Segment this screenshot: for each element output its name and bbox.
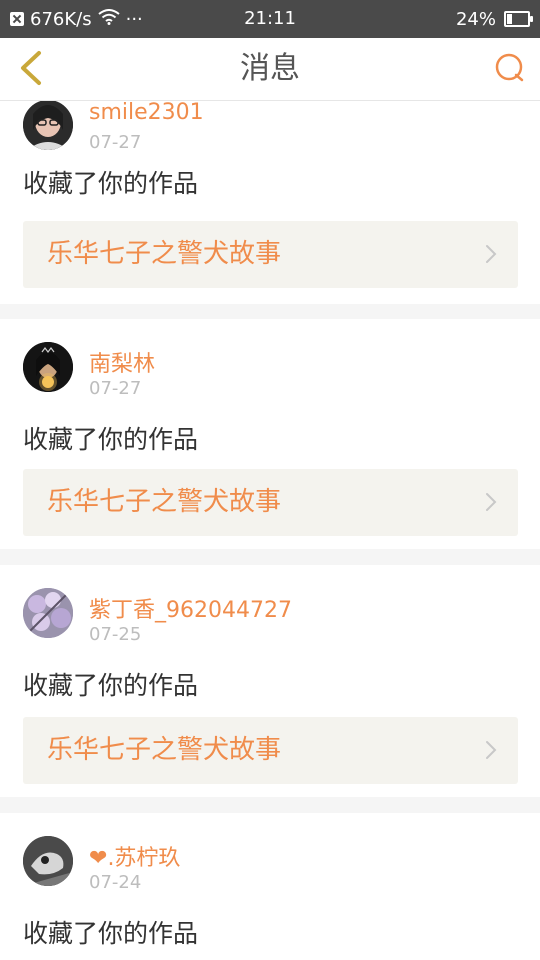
action-text: 收藏了你的作品: [23, 671, 199, 700]
username[interactable]: smile2301: [89, 101, 204, 125]
work-title: 乐华七子之警犬故事: [47, 735, 282, 765]
list-item: smile2301 07-27 收藏了你的作品 乐华七子之警犬故事: [0, 101, 540, 304]
battery-level: [507, 14, 512, 24]
avatar[interactable]: [23, 342, 73, 392]
status-right: 24%: [455, 0, 533, 38]
username-text: .苏柠玖: [107, 846, 181, 871]
chevron-right-icon: [486, 245, 497, 263]
work-title: 乐华七子之警犬故事: [47, 487, 282, 517]
list-item: ❤.苏柠玖 07-24 收藏了你的作品: [0, 813, 540, 960]
action-text: 收藏了你的作品: [23, 919, 199, 948]
list-item: 南梨林 07-27 收藏了你的作品 乐华七子之警犬故事: [0, 319, 540, 549]
avatar[interactable]: [23, 101, 73, 150]
chevron-right-icon: [486, 493, 497, 511]
battery-icon: [504, 11, 533, 27]
work-link[interactable]: 乐华七子之警犬故事: [23, 221, 518, 288]
username[interactable]: 紫丁香_962044727: [89, 592, 292, 624]
page-title: 消息: [240, 51, 300, 86]
work-link[interactable]: 乐华七子之警犬故事: [23, 717, 518, 784]
action-text: 收藏了你的作品: [23, 425, 199, 454]
battery-percent: 24%: [455, 8, 496, 30]
search-button[interactable]: [492, 50, 528, 86]
list-item: 紫丁香_962044727 07-25 收藏了你的作品 乐华七子之警犬故事: [0, 565, 540, 797]
message-list[interactable]: smile2301 07-27 收藏了你的作品 乐华七子之警犬故事 南梨林 07…: [0, 101, 540, 960]
nav-bar: 消息: [0, 38, 540, 101]
username[interactable]: 南梨林: [89, 346, 155, 378]
timestamp: 07-27: [89, 132, 142, 153]
status-bar: 676K/s ··· 21:11 24%: [0, 0, 540, 38]
avatar[interactable]: [23, 836, 73, 886]
chevron-right-icon: [486, 741, 497, 759]
timestamp: 07-24: [89, 872, 142, 893]
avatar[interactable]: [23, 588, 73, 638]
action-text: 收藏了你的作品: [23, 169, 199, 198]
timestamp: 07-27: [89, 378, 142, 399]
heart-icon: ❤: [89, 846, 108, 871]
work-title: 乐华七子之警犬故事: [47, 239, 282, 269]
username[interactable]: ❤.苏柠玖: [89, 840, 180, 872]
work-link[interactable]: 乐华七子之警犬故事: [23, 469, 518, 536]
timestamp: 07-25: [89, 624, 142, 645]
search-icon: [495, 53, 524, 82]
